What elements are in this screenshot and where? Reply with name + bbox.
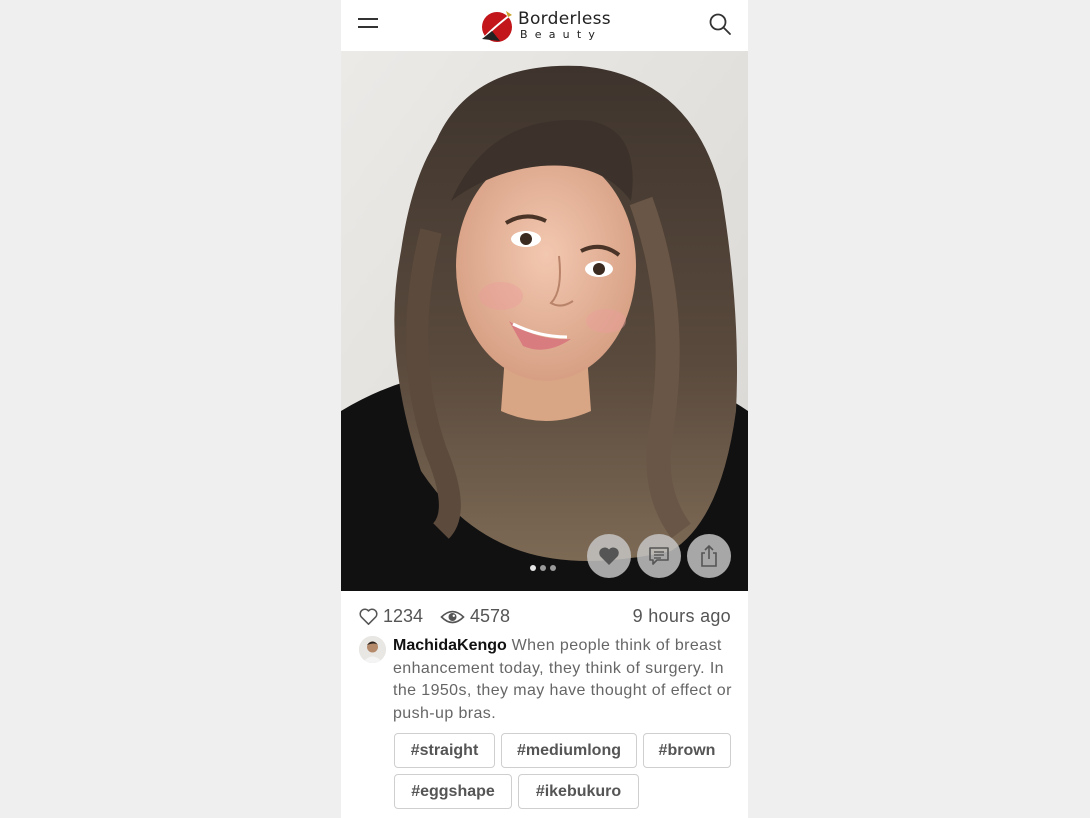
like-button[interactable] [587, 534, 631, 578]
post-stats: 1234 4578 9 hours ago [359, 604, 731, 630]
avatar[interactable] [359, 636, 386, 663]
hashtag-chip[interactable]: #straight [394, 733, 495, 768]
mobile-app-frame: Borderless Beauty 1234 4578 9 hours ago … [341, 0, 748, 818]
post-caption: MachidaKengo When people think of breast… [393, 635, 738, 725]
heart-outline-icon [359, 608, 378, 625]
eye-icon [440, 610, 465, 623]
logo-mark-icon [482, 11, 512, 42]
hashtag-chip[interactable]: #ikebukuro [518, 774, 639, 809]
carousel-dot[interactable] [550, 565, 556, 571]
share-button[interactable] [687, 534, 731, 578]
brand-name: Borderless [518, 9, 611, 29]
hashtag-chip[interactable]: #brown [643, 733, 731, 768]
carousel-dot[interactable] [540, 565, 546, 571]
post-timestamp: 9 hours ago [632, 606, 731, 626]
post-photo[interactable] [341, 51, 748, 591]
carousel-dot[interactable] [530, 565, 536, 571]
hamburger-icon[interactable] [358, 15, 378, 35]
brand-logo[interactable]: Borderless Beauty [480, 7, 620, 45]
like-count[interactable]: 1234 [359, 606, 423, 627]
username-link[interactable]: MachidaKengo [393, 637, 507, 654]
comment-button[interactable] [637, 534, 681, 578]
view-count-value: 4578 [470, 606, 511, 626]
search-icon[interactable] [708, 12, 732, 36]
app-header: Borderless Beauty [341, 0, 748, 51]
share-icon [701, 544, 717, 567]
like-count-value: 1234 [383, 606, 424, 626]
comment-icon [649, 547, 669, 565]
user-avatar-image [359, 636, 386, 663]
carousel-indicator[interactable] [530, 565, 556, 572]
heart-icon [599, 547, 619, 565]
portrait-image [341, 51, 748, 591]
hashtag-chip[interactable]: #eggshape [394, 774, 512, 809]
view-count: 4578 [440, 606, 510, 627]
hashtag-chip[interactable]: #mediumlong [501, 733, 637, 768]
brand-subname: Beauty [520, 28, 603, 41]
